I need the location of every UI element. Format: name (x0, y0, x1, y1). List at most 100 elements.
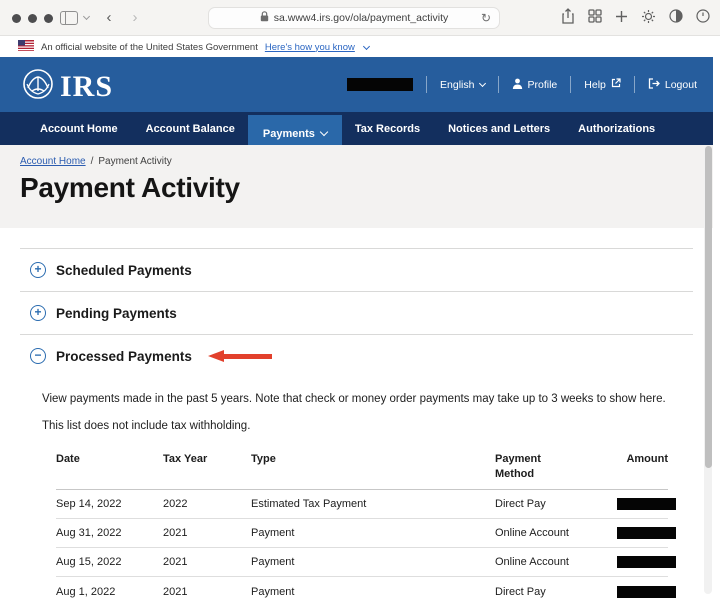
profile-button[interactable]: Profile (512, 78, 557, 92)
chevron-down-icon[interactable] (362, 42, 370, 50)
language-selector[interactable]: English (440, 78, 486, 91)
share-icon[interactable] (561, 8, 575, 24)
cell-type: Estimated Tax Payment (251, 498, 367, 510)
nav-item-account-home[interactable]: Account Home (40, 123, 118, 135)
cell-amount (617, 527, 676, 540)
table-row: Aug 15, 2022 2021 Payment Online Account (56, 548, 676, 577)
cell-payment-method: Direct Pay (495, 585, 546, 598)
accordion-label: Processed Payments (56, 348, 192, 364)
clock-icon[interactable] (696, 9, 710, 23)
how-you-know-link[interactable]: Here's how you know (265, 42, 355, 53)
redacted-amount (617, 585, 676, 598)
table-row: Aug 1, 2022 2021 Payment Direct Pay (56, 577, 676, 606)
irs-logo[interactable]: IRS (20, 66, 113, 107)
settings-gear-icon[interactable] (641, 9, 656, 24)
sidebar-toggle-icon[interactable] (60, 11, 78, 25)
nav-item-authorizations[interactable]: Authorizations (578, 123, 655, 135)
person-icon (512, 78, 523, 92)
divider (633, 76, 635, 93)
cell-type: Payment (251, 585, 295, 598)
window-close-button[interactable] (12, 14, 21, 23)
cell-tax-year: 2022 (163, 498, 188, 510)
tab-grid-icon[interactable] (588, 9, 602, 23)
back-button[interactable]: ‹ (100, 9, 118, 26)
address-bar[interactable]: sa.www4.irs.gov/ola/payment_activity ↻ (208, 7, 500, 29)
nav-label: Tax Records (354, 122, 421, 135)
divider (570, 76, 572, 93)
divider (426, 76, 428, 93)
us-flag-icon (18, 40, 34, 54)
usgov-banner-text: An official website of the United States… (41, 41, 258, 53)
accordion-label: Pending Payments (56, 305, 177, 321)
nav-label: Notices and Letters (448, 122, 551, 135)
arrow-tail (221, 354, 272, 359)
cell-tax-year: 2021 (163, 527, 188, 539)
processed-note: This list does not include tax withholdi… (42, 420, 251, 432)
cell-tax-year: 2021 (163, 556, 188, 568)
divider (497, 76, 499, 93)
accordion-scheduled-payments[interactable]: + Scheduled Payments (20, 248, 693, 291)
expand-plus-icon[interactable]: + (30, 305, 46, 321)
reload-icon[interactable]: ↻ (481, 11, 491, 25)
breadcrumb-separator: / (90, 156, 94, 167)
table-row: Sep 14, 2022 2022 Estimated Tax Payment … (56, 490, 676, 519)
scrollbar-thumb[interactable] (704, 146, 712, 468)
column-header-amount: Amount (626, 453, 668, 465)
lock-icon (260, 11, 269, 25)
redacted-amount (617, 556, 676, 569)
chevron-down-icon[interactable] (82, 12, 91, 21)
contrast-icon[interactable] (669, 9, 683, 23)
nav-label: Account Balance (145, 122, 235, 135)
irs-header: IRS English Profile Help Logout (0, 57, 713, 112)
chevron-down-icon (319, 127, 329, 137)
breadcrumb: Account Home / Payment Activity (20, 156, 172, 167)
column-header-tax-year: Tax Year (163, 453, 208, 465)
cell-date: Aug 15, 2022 (56, 556, 122, 568)
nav-label: Authorizations (578, 122, 656, 135)
collapse-minus-icon[interactable]: − (30, 348, 46, 364)
window-controls[interactable] (12, 14, 53, 23)
irs-logo-text: IRS (60, 69, 114, 103)
logout-button[interactable]: Logout (648, 77, 697, 92)
accordion-processed-payments[interactable]: − Processed Payments (20, 334, 693, 377)
window-minimize-button[interactable] (28, 14, 37, 23)
chevron-down-icon (478, 79, 486, 87)
nav-item-tax-records[interactable]: Tax Records (355, 123, 420, 135)
cell-amount (617, 585, 676, 598)
scrollbar-track[interactable] (704, 146, 712, 594)
redacted-amount (617, 498, 676, 511)
url-text: sa.www4.irs.gov/ola/payment_activity (273, 12, 449, 24)
main-navigation: Account Home Account Balance Payments Ta… (0, 112, 713, 153)
language-label: English (440, 78, 475, 91)
redacted-amount (617, 527, 676, 540)
column-header-date: Date (56, 453, 80, 465)
logout-icon (648, 77, 660, 92)
help-button[interactable]: Help (584, 78, 621, 91)
cell-tax-year: 2021 (163, 585, 188, 598)
usgov-banner: An official website of the United States… (0, 37, 713, 57)
forward-button[interactable]: › (126, 9, 144, 26)
column-header-type: Type (251, 453, 276, 465)
breadcrumb-link-account-home[interactable]: Account Home (20, 156, 86, 167)
cell-payment-method: Online Account (495, 556, 569, 568)
table-row: Aug 31, 2022 2021 Payment Online Account (56, 519, 676, 548)
accordion-pending-payments[interactable]: + Pending Payments (20, 291, 693, 334)
cell-payment-method: Online Account (495, 527, 569, 539)
expand-plus-icon[interactable]: + (30, 262, 46, 278)
page-title: Payment Activity (20, 172, 240, 203)
window-zoom-button[interactable] (44, 14, 53, 23)
nav-label: Payments (262, 127, 315, 140)
cell-amount (617, 556, 676, 569)
table-header-row: Date Tax Year Type Payment Method Amount (56, 452, 668, 490)
accordion-list: + Scheduled Payments + Pending Payments … (20, 248, 693, 377)
cell-date: Aug 1, 2022 (56, 585, 116, 598)
cell-date: Sep 14, 2022 (56, 498, 122, 510)
browser-chrome: ‹ › sa.www4.irs.gov/ola/payment_activity… (0, 0, 720, 36)
cell-payment-method: Direct Pay (495, 498, 546, 510)
nav-label: Account Home (40, 122, 118, 135)
nav-item-account-balance[interactable]: Account Balance (146, 123, 235, 135)
help-label: Help (584, 78, 606, 91)
cell-type: Payment (251, 527, 295, 539)
new-tab-icon[interactable] (615, 10, 628, 23)
nav-item-notices-and-letters[interactable]: Notices and Letters (448, 123, 550, 135)
